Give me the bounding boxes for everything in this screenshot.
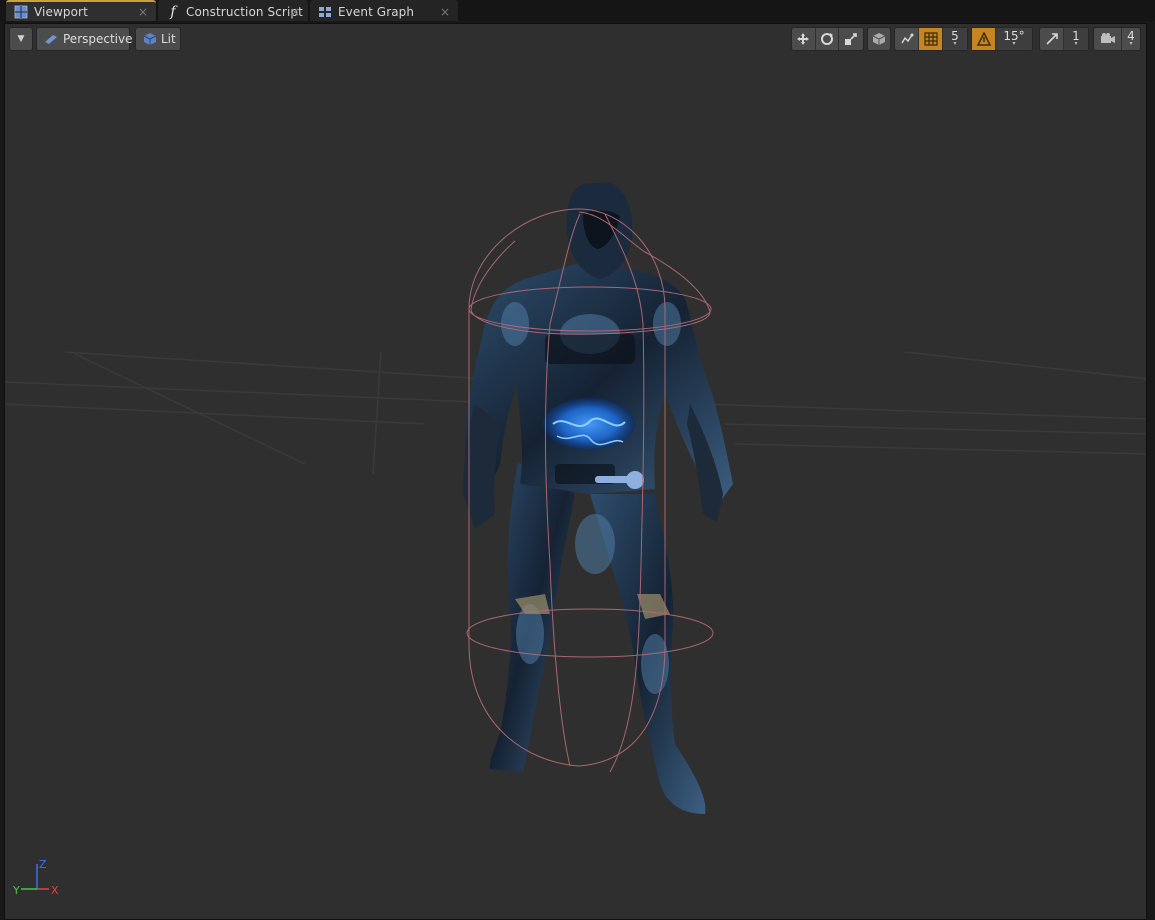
graph-icon [318,5,332,19]
x-axis-label: X [51,884,59,896]
tab-label: Viewport [34,4,88,19]
grid-snap-group: 5 ▾ [894,27,968,51]
grid-snap-value-stepper[interactable]: 5 ▾ [943,28,967,50]
world-cube-icon [868,28,890,50]
view-mode-button[interactable]: Perspective [36,27,133,51]
surface-snap-icon[interactable] [895,28,919,50]
perspective-icon [44,33,58,45]
close-icon[interactable]: × [440,5,450,19]
tab-event-graph[interactable]: Event Graph × [310,0,458,21]
blueprint-editor: Viewport × f Construction Script × Event… [0,0,1155,920]
transform-tools [791,27,864,51]
rotation-snap-value-stepper[interactable]: 15° ▾ [996,28,1032,50]
character-mesh[interactable] [463,182,733,814]
chevron-down-icon: ▾ [1129,40,1133,47]
function-icon: f [170,3,176,20]
scale-icon[interactable] [839,28,863,50]
camera-icon [1094,28,1122,50]
scale-snap-group: 1 ▾ [1039,27,1089,51]
z-axis-label: Z [39,858,47,871]
lighting-label: Lit [161,32,176,46]
viewport-panel[interactable]: ▼ Perspective Lit 5 ▾ 15° ▾ 1 ▾ 4 ▾ Z X … [4,23,1147,920]
tab-construction-script[interactable]: f Construction Script × [158,0,308,21]
rotation-snap-icon[interactable] [972,28,996,50]
camera-speed-stepper: 4 ▾ [1122,28,1140,50]
close-icon[interactable]: × [290,5,300,19]
scene-canvas[interactable] [5,24,1147,920]
coordinate-system-toggle[interactable] [867,27,891,51]
view-mode-label: Perspective [63,32,133,46]
tab-bar: Viewport × f Construction Script × Event… [0,0,1155,21]
chevron-down-icon: ▾ [1012,40,1016,47]
chevron-down-icon: ▼ [17,34,25,44]
viewport-options-button[interactable]: ▼ [9,27,33,51]
tab-label: Event Graph [338,4,415,19]
rotate-icon[interactable] [816,28,840,50]
viewport-icon [14,5,28,19]
camera-speed-button[interactable]: 4 ▾ [1093,27,1141,51]
y-axis-label: Y [12,884,20,896]
chevron-down-icon: ▾ [953,40,957,47]
lighting-mode-button[interactable]: Lit [135,27,181,51]
grid-snap-icon[interactable] [919,28,943,50]
rotation-snap-group: 15° ▾ [971,27,1033,51]
axis-gizmo: Z X Y [12,858,59,896]
tab-label: Construction Script [186,4,303,19]
close-icon[interactable]: × [138,5,148,19]
chevron-down-icon: ▾ [1074,40,1078,47]
scale-snap-value-stepper[interactable]: 1 ▾ [1064,28,1088,50]
translate-icon[interactable] [792,28,816,50]
scale-snap-icon[interactable] [1040,28,1064,50]
lit-cube-icon [143,32,157,46]
tab-viewport[interactable]: Viewport × [6,0,156,21]
